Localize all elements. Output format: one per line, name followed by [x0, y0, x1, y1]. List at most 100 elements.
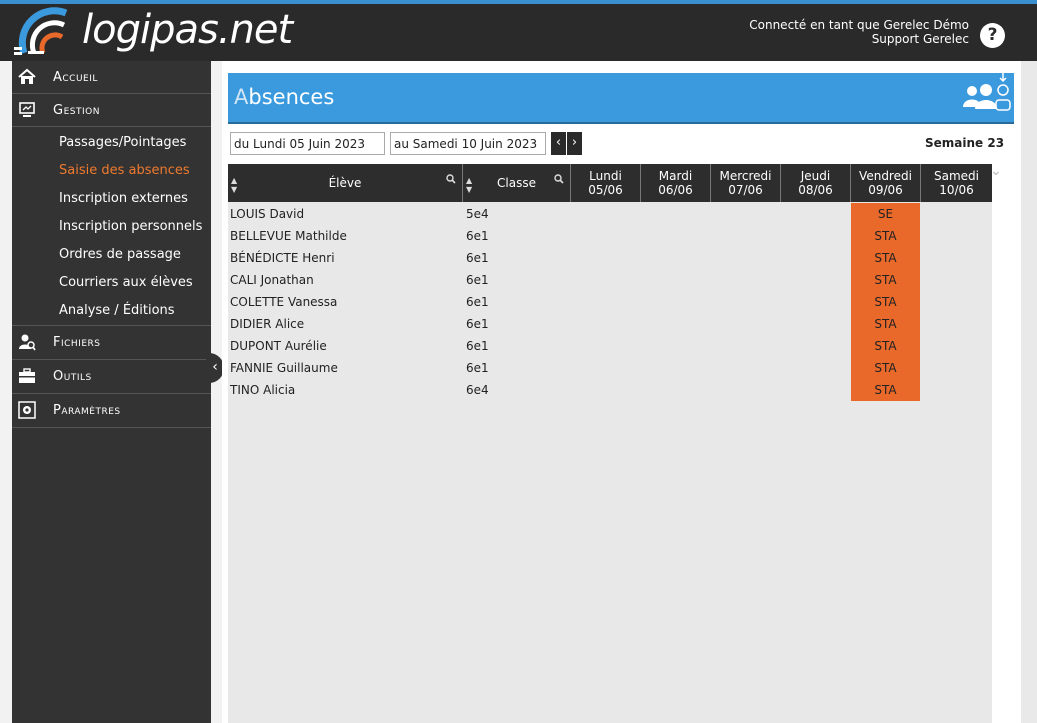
sidebar-subitem-ordres-passage[interactable]: Ordres de passage	[12, 241, 211, 269]
sidebar-item-outils[interactable]: Outils	[12, 360, 211, 394]
student-name: BÉNÉDICTE Henri	[230, 251, 335, 265]
table-row[interactable]: DUPONT Aurélie 6e1 STA	[228, 335, 992, 357]
col-classe-header[interactable]: ▲ ▼ Classe	[463, 164, 571, 202]
group-export-icon[interactable]	[962, 73, 1012, 121]
col-eleve-label: Élève	[328, 176, 362, 190]
table-row[interactable]: FANNIE Guillaume 6e1 STA	[228, 357, 992, 379]
sidebar-item-accueil[interactable]: Accueil	[12, 61, 211, 94]
table-row[interactable]: BÉNÉDICTE Henri 6e1 STA	[228, 247, 992, 269]
main-content: Absences ‹ › Semaine 23 ▲▼ Élève ▲▼ Clas…	[222, 61, 1021, 723]
sidebar-item-label: Accueil	[53, 70, 98, 85]
day-date: 09/06	[868, 183, 903, 197]
day-date: 07/06	[728, 183, 763, 197]
help-icon[interactable]: ?	[980, 23, 1005, 48]
day-date: 05/06	[588, 183, 623, 197]
table-header: ▲ ▼ Élève ▲ ▼ Classe Lundi 05/06 Mardi 06/06…	[228, 164, 992, 202]
student-name: FANNIE Guillaume	[230, 361, 338, 375]
col-day-samedi: Samedi 10/06	[921, 164, 992, 202]
col-day-lundi: Lundi 05/06	[571, 164, 641, 202]
day-date: 08/06	[798, 183, 833, 197]
logo[interactable]: logipas.net	[14, 7, 293, 59]
day-name: Samedi	[934, 169, 979, 183]
sort-icon[interactable]: ▲ ▼	[231, 176, 237, 194]
absence-cell[interactable]: STA	[851, 335, 920, 357]
prev-week-button[interactable]: ‹	[551, 132, 566, 155]
absence-cell[interactable]: STA	[851, 313, 920, 335]
student-name: TINO Alicia	[230, 383, 296, 397]
absence-cell[interactable]: STA	[851, 379, 920, 401]
sidebar-subitem-passages[interactable]: Passages/Pointages	[12, 129, 211, 157]
col-day-vendredi: Vendredi 09/06	[851, 164, 921, 202]
sidebar-subitem-analyse[interactable]: Analyse / Éditions	[12, 297, 211, 325]
user-search-icon	[19, 334, 36, 351]
date-to-input[interactable]	[390, 132, 546, 155]
absence-cell[interactable]: STA	[851, 225, 920, 247]
student-name: COLETTE Vanessa	[230, 295, 338, 309]
logo-tld: .net	[217, 7, 293, 53]
sidebar-subitem-courriers[interactable]: Courriers aux élèves	[12, 269, 211, 297]
sidebar: Accueil Gestion Passages/Pointages Saisi…	[12, 61, 211, 723]
page-title-bar: Absences	[228, 73, 1014, 124]
absence-cell[interactable]: STA	[851, 247, 920, 269]
table-row[interactable]: COLETTE Vanessa 6e1 STA	[228, 291, 992, 313]
table-row[interactable]: LOUIS David 5e4 SE	[228, 203, 992, 225]
table-row[interactable]: TINO Alicia 6e4 STA	[228, 379, 992, 401]
student-name: DUPONT Aurélie	[230, 339, 327, 353]
sidebar-item-parametres[interactable]: Paramètres	[12, 394, 211, 428]
table-row[interactable]: DIDIER Alice 6e1 STA	[228, 313, 992, 335]
student-name: CALI Jonathan	[230, 273, 314, 287]
sidebar-subitem-inscription-personnels[interactable]: Inscription personnels	[12, 213, 211, 241]
student-class: 6e1	[466, 295, 489, 309]
page-title-rest: bsences	[248, 85, 335, 109]
search-icon[interactable]	[554, 174, 564, 184]
student-class: 6e1	[466, 339, 489, 353]
logo-mark-icon	[14, 7, 68, 55]
col-day-jeudi: Jeudi 08/06	[781, 164, 851, 202]
absences-table: ▲ ▼ Élève ▲ ▼ Classe Lundi 05/06 Mardi 06/06…	[228, 164, 992, 723]
student-class: 6e1	[466, 251, 489, 265]
gestion-submenu: Passages/Pointages Saisie des absences I…	[12, 127, 211, 326]
home-icon	[18, 68, 36, 84]
sidebar-item-fichiers[interactable]: Fichiers	[12, 326, 211, 360]
settings-icon	[18, 401, 36, 419]
sidebar-item-gestion[interactable]: Gestion	[12, 94, 211, 127]
absence-cell[interactable]: SE	[851, 203, 920, 225]
sort-icon[interactable]: ▲ ▼	[466, 176, 472, 194]
student-class: 6e1	[466, 317, 489, 331]
table-row[interactable]: BELLEVUE Mathilde 6e1 STA	[228, 225, 992, 247]
day-name: Vendredi	[859, 169, 912, 183]
student-class: 5e4	[466, 207, 489, 221]
absence-cell[interactable]: STA	[851, 269, 920, 291]
student-class: 6e1	[466, 273, 489, 287]
sidebar-subitem-inscription-externes[interactable]: Inscription externes	[12, 185, 211, 213]
day-name: Mercredi	[719, 169, 772, 183]
day-name: Lundi	[589, 169, 622, 183]
date-from-input[interactable]	[230, 132, 385, 155]
col-eleve-header[interactable]: ▲ ▼ Élève	[228, 164, 463, 202]
day-name: Mardi	[658, 169, 693, 183]
week-label: Semaine 23	[925, 136, 1005, 150]
next-week-button[interactable]: ›	[567, 132, 582, 155]
absence-cell[interactable]: STA	[851, 291, 920, 313]
student-class: 6e1	[466, 361, 489, 375]
student-class: 6e4	[466, 383, 489, 397]
chevron-down-icon[interactable]: ⌄	[990, 163, 1002, 179]
student-name: BELLEVUE Mathilde	[230, 229, 347, 243]
day-date: 06/06	[658, 183, 693, 197]
user-connected-label: Connecté en tant que Gerelec Démo	[749, 18, 969, 32]
toolbox-icon	[19, 368, 35, 383]
absence-cell[interactable]: STA	[851, 357, 920, 379]
sidebar-item-label: Fichiers	[53, 335, 101, 350]
student-name: DIDIER Alice	[230, 317, 305, 331]
sidebar-subitem-saisie-absences[interactable]: Saisie des absences	[12, 157, 211, 185]
page-scrollbar[interactable]	[1021, 61, 1037, 723]
student-name: LOUIS David	[230, 207, 305, 221]
student-class: 6e1	[466, 229, 489, 243]
search-icon[interactable]	[446, 174, 456, 184]
page-title: Absences	[234, 85, 334, 109]
user-support-label: Support Gerelec	[871, 32, 969, 46]
table-row[interactable]: CALI Jonathan 6e1 STA	[228, 269, 992, 291]
logo-wordmark: logipas.net	[82, 7, 293, 53]
sidebar-item-label: Outils	[53, 369, 92, 384]
col-day-mardi: Mardi 06/06	[641, 164, 711, 202]
